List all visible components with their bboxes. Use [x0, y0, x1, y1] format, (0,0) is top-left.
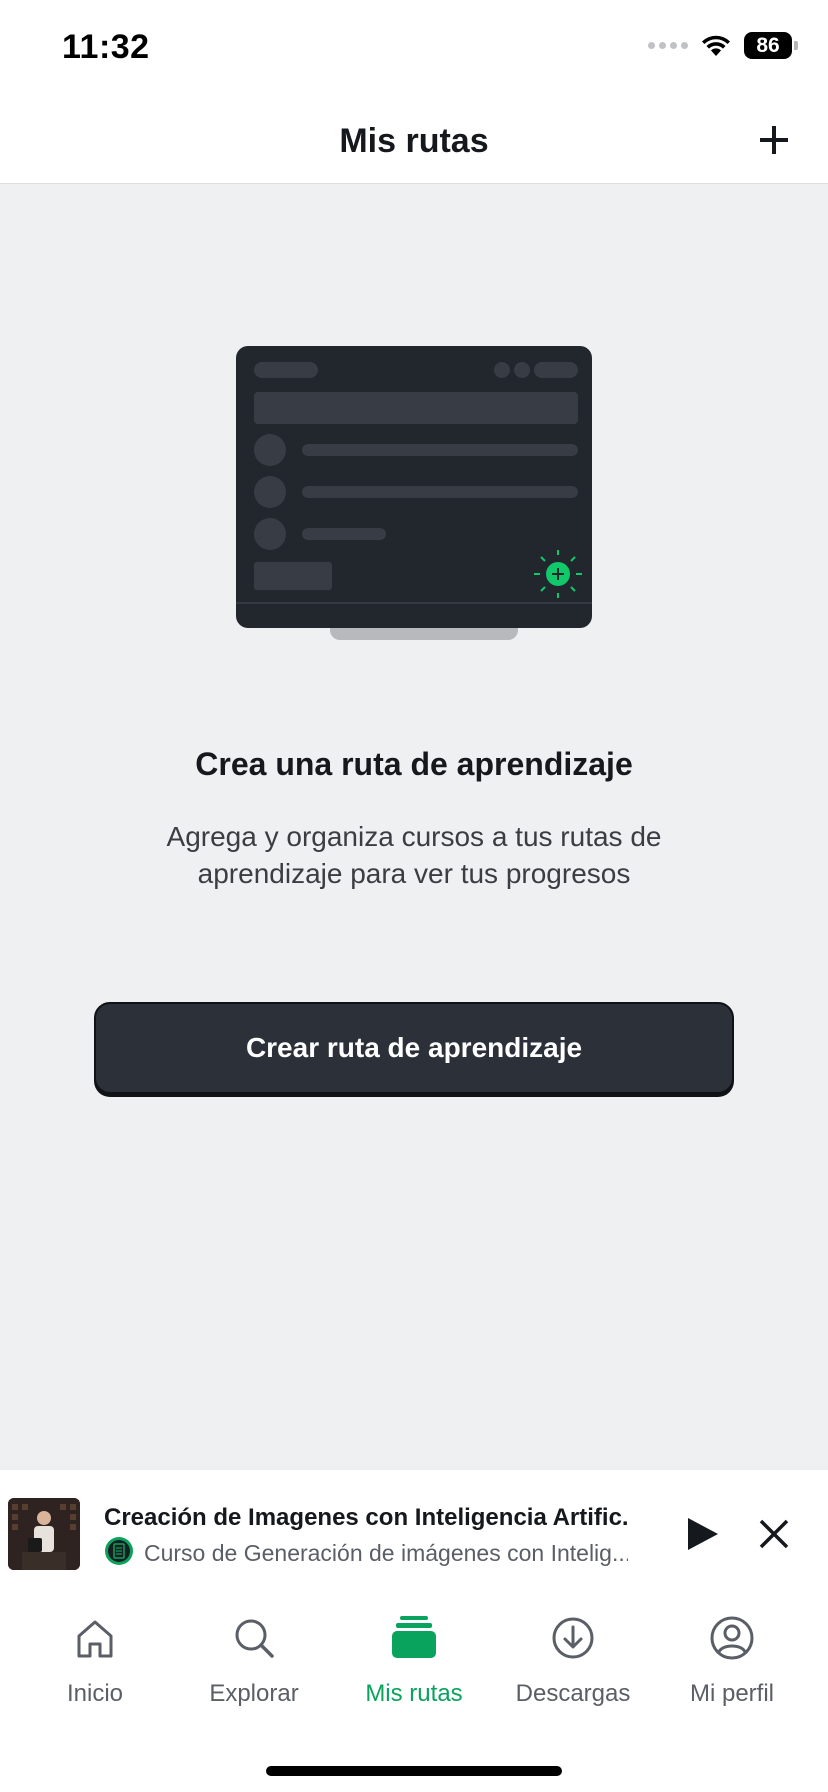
wifi-icon: [702, 35, 730, 56]
tab-mis-rutas[interactable]: Mis rutas: [334, 1614, 494, 1708]
tab-explorar[interactable]: Explorar: [174, 1614, 334, 1708]
tab-label: Mi perfil: [689, 1680, 774, 1707]
stack-icon: [392, 1616, 436, 1658]
create-route-button[interactable]: Crear ruta de aprendizaje: [94, 1002, 734, 1094]
battery-indicator: 86: [744, 32, 798, 59]
page-title: Mis rutas: [339, 122, 489, 160]
mini-player-subtitle: Curso de Generación de imágenes con Inte…: [144, 1540, 628, 1566]
tab-bar: Inicio Explorar Mis rutas Descargas Mi p…: [0, 1596, 828, 1792]
tab-inicio[interactable]: Inicio: [15, 1614, 175, 1708]
battery-level: 86: [756, 33, 780, 57]
tab-mi-perfil[interactable]: Mi perfil: [652, 1614, 812, 1708]
status-indicators: 86: [648, 32, 798, 59]
course-badge-icon: [105, 1537, 133, 1565]
mini-player[interactable]: Creación de Imagenes con Inteligencia Ar…: [0, 1470, 828, 1596]
status-time: 11:32: [62, 28, 150, 66]
empty-state-title: Crea una ruta de aprendizaje: [195, 746, 633, 782]
empty-state-description: Agrega y organiza cursos a tus rutas de …: [166, 821, 662, 889]
search-icon: [235, 1619, 274, 1658]
cellular-signal-icon: [648, 42, 688, 49]
tab-label: Inicio: [66, 1680, 124, 1707]
tab-label: Descargas: [515, 1680, 631, 1707]
empty-state-illustration: [236, 346, 592, 640]
tab-label: Explorar: [209, 1680, 299, 1707]
download-icon: [552, 1617, 594, 1659]
play-icon[interactable]: [682, 1514, 722, 1554]
tab-label: Mis rutas: [365, 1680, 463, 1707]
plus-icon[interactable]: [754, 120, 794, 160]
close-icon[interactable]: [756, 1516, 792, 1552]
mini-player-title[interactable]: Creación de Imagenes con Inteligencia Ar…: [104, 1504, 628, 1532]
status-bar: 11:32 86: [0, 0, 828, 96]
course-thumbnail[interactable]: [8, 1498, 80, 1570]
header: Mis rutas: [0, 96, 828, 184]
tab-descargas[interactable]: Descargas: [493, 1614, 653, 1708]
home-icon: [77, 1620, 113, 1658]
profile-icon: [710, 1616, 754, 1660]
create-route-button-label: Crear ruta de aprendizaje: [245, 1032, 583, 1063]
home-indicator[interactable]: [266, 1766, 562, 1776]
